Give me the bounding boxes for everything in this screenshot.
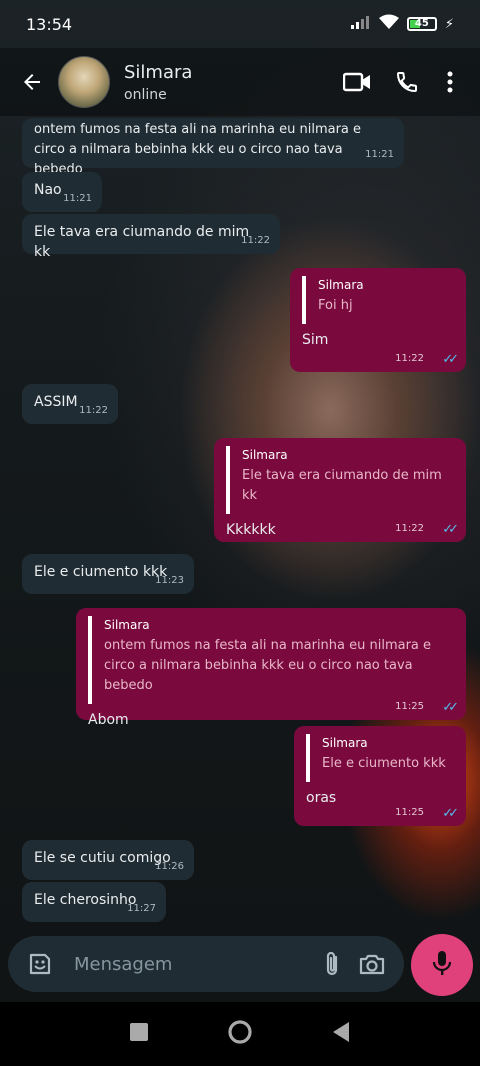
quoted-message[interactable]: Silmara Ele tava era ciumando de mim kk xyxy=(226,446,454,514)
camera-icon[interactable] xyxy=(352,944,392,984)
contact-info[interactable]: Silmara online xyxy=(124,62,332,103)
message-input[interactable] xyxy=(72,952,312,976)
quoted-text: Ele tava era ciumando de mim kk xyxy=(242,468,442,503)
charging-icon: ⚡ xyxy=(444,16,454,32)
read-ticks-icon: ✓✓ xyxy=(442,352,459,367)
message-time: 11:22 xyxy=(79,405,108,416)
more-options-icon[interactable] xyxy=(432,62,468,102)
message-outgoing[interactable]: Silmara Ele e ciumento kkk oras 11:25 ✓✓ xyxy=(294,726,466,826)
message-incoming[interactable]: Ele tava era ciumando de mim kk 11:22 xyxy=(22,214,280,260)
battery-icon: 45 xyxy=(406,17,437,31)
message-outgoing[interactable]: Silmara Ele tava era ciumando de mim kk … xyxy=(214,438,466,542)
avatar[interactable] xyxy=(58,56,110,108)
video-call-icon[interactable] xyxy=(332,62,382,102)
sticker-icon[interactable] xyxy=(20,944,60,984)
signal-icon xyxy=(350,15,371,33)
quoted-message[interactable]: Silmara ontem fumos na festa ali na mari… xyxy=(88,616,454,704)
message-incoming[interactable]: ontem fumos na festa ali na marinha eu n… xyxy=(22,118,404,177)
read-ticks-icon: ✓✓ xyxy=(442,806,459,821)
mic-button[interactable] xyxy=(411,934,473,996)
message-incoming[interactable]: Ele cherosinho 11:27 xyxy=(22,882,166,922)
home-icon[interactable] xyxy=(227,1019,253,1049)
message-text: oras xyxy=(306,790,337,806)
status-time: 13:54 xyxy=(26,14,73,34)
read-ticks-icon: ✓✓ xyxy=(442,522,459,537)
message-incoming[interactable]: ASSIM 11:22 xyxy=(22,384,118,424)
message-incoming[interactable]: Ele e ciumento kkk 11:23 xyxy=(22,554,194,594)
message-text: ontem fumos na festa ali na marinha eu n… xyxy=(34,122,362,177)
message-time: 11:22 xyxy=(395,353,424,364)
quoted-author: Silmara xyxy=(104,618,150,632)
quoted-author: Silmara xyxy=(318,278,364,292)
wifi-icon xyxy=(378,14,399,34)
quoted-text: Foi hj xyxy=(318,298,353,313)
message-time: 11:21 xyxy=(365,149,394,160)
back-arrow-icon[interactable] xyxy=(12,62,52,102)
message-incoming[interactable]: Nao 11:21 xyxy=(22,172,102,212)
message-text: Sim xyxy=(302,332,329,348)
message-time: 11:23 xyxy=(155,575,184,586)
quoted-author: Silmara xyxy=(242,448,288,462)
message-time: 11:22 xyxy=(241,235,270,246)
recents-icon[interactable] xyxy=(129,1022,149,1046)
quoted-author: Silmara xyxy=(322,736,368,750)
message-text: Ele tava era ciumando de mim kk xyxy=(34,224,250,260)
contact-name: Silmara xyxy=(124,61,193,83)
contact-status: online xyxy=(124,86,167,103)
message-outgoing[interactable]: Silmara ontem fumos na festa ali na mari… xyxy=(76,608,466,728)
message-incoming[interactable]: Ele se cutiu comigo 11:26 xyxy=(22,840,194,880)
back-nav-icon[interactable] xyxy=(331,1021,351,1047)
system-nav-bar xyxy=(0,1002,480,1066)
quoted-message[interactable]: Silmara Ele e ciumento kkk xyxy=(306,734,454,782)
quoted-message[interactable]: Silmara Foi hj xyxy=(302,276,454,324)
quoted-text: Ele e ciumento kkk xyxy=(322,756,446,771)
mic-icon xyxy=(431,949,453,981)
message-time: 11:21 xyxy=(63,193,92,204)
message-composer xyxy=(8,936,404,992)
status-bar: 13:54 45 ⚡ xyxy=(0,0,480,48)
message-time: 11:25 xyxy=(395,807,424,818)
message-time: 11:25 xyxy=(395,701,424,712)
message-time: 11:26 xyxy=(155,861,184,872)
message-time: 11:22 xyxy=(395,523,424,534)
message-outgoing[interactable]: Silmara Foi hj Sim 11:22 ✓✓ xyxy=(290,268,466,372)
read-ticks-icon: ✓✓ xyxy=(442,700,459,715)
phone-call-icon[interactable] xyxy=(382,62,432,102)
attach-icon[interactable] xyxy=(312,944,352,984)
chat-header: Silmara online xyxy=(0,48,480,116)
message-time: 11:27 xyxy=(127,903,156,914)
quoted-text: ontem fumos na festa ali na marinha eu n… xyxy=(104,638,432,693)
